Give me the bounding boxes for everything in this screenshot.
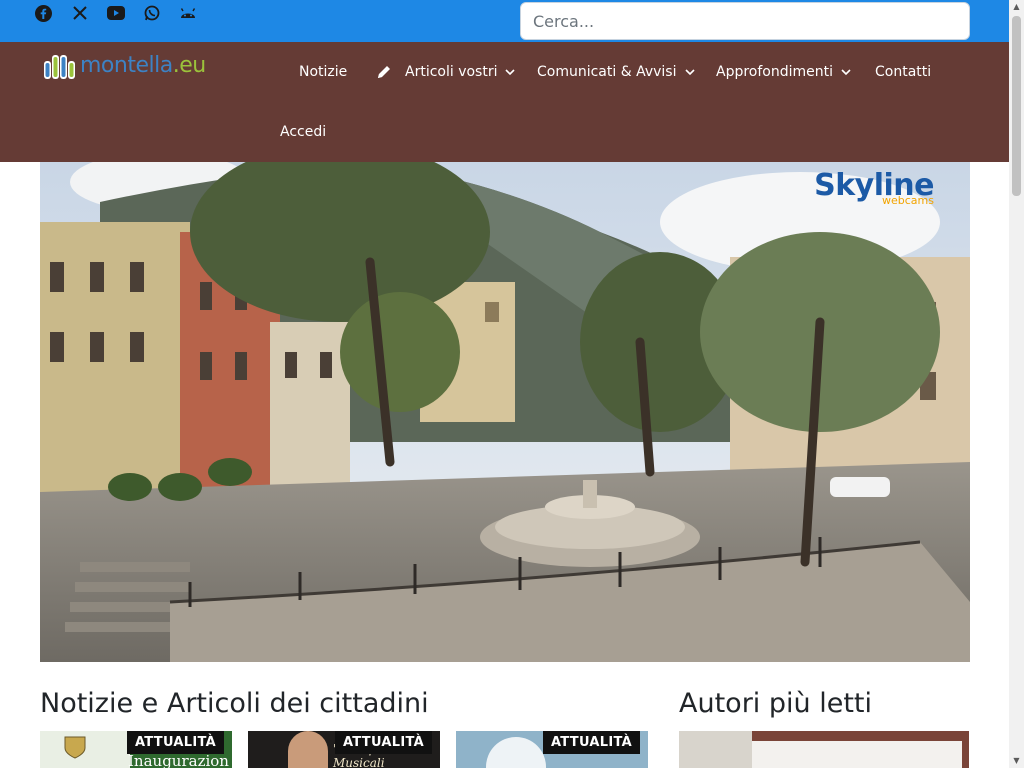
whatsapp-icon[interactable] [138,3,165,23]
nav-accedi[interactable]: Accedi [280,124,326,140]
piazza-photo [40,162,970,662]
scroll-up-icon[interactable]: ▲ [1012,2,1021,12]
author-thumb-right [752,741,962,768]
nav-comunicati-avvisi[interactable]: Comunicati & Avvisi [537,64,695,80]
skyline-watermark: Skyline webcams [814,170,934,208]
youtube-icon[interactable] [102,3,129,23]
news-section-title: Notizie e Articoli dei cittadini [40,688,429,719]
category-badge: ATTUALITÀ [334,731,432,754]
category-badge: ATTUALITÀ [542,731,640,754]
pencil-icon [378,66,390,78]
nav-articoli-vostri[interactable]: Articoli vostri [376,64,516,80]
site-logo[interactable]: montella.eu [42,48,232,82]
nav-articoli-vostri-label: Articoli vostri [405,64,498,80]
municipal-crest-icon [64,736,86,759]
scroll-down-icon[interactable]: ▼ [1012,756,1021,766]
nav-accedi-label: Accedi [280,124,327,140]
authors-section-title: Autori più letti [679,688,872,719]
android-icon[interactable] [174,3,201,23]
news-card[interactable]: Inaugurazion ATTUALITÀ [40,731,232,768]
search-input[interactable] [520,2,970,40]
card-thumb-shape [486,737,546,768]
logo-mark-icon [44,55,75,79]
hero-webcam-image[interactable]: Skyline webcams [40,162,970,662]
logo-text-part1: montella [80,52,173,78]
chevron-down-icon [841,69,851,76]
nav-notizie-label: Notizie [299,64,348,80]
nav-notizie[interactable]: Notizie [299,64,347,80]
category-badge: ATTUALITÀ [126,731,224,754]
author-card[interactable] [679,731,969,768]
x-icon[interactable] [66,3,93,23]
nav-approfondimenti[interactable]: Approfondimenti [716,64,851,80]
chevron-down-icon [505,69,516,76]
news-card[interactable]: ATTUALITÀ [456,731,648,768]
logo-text-part2: .eu [172,52,206,78]
card-person-photo [288,731,328,768]
nav-contatti-label: Contatti [875,64,932,80]
news-card[interactable]: "Discipline Musicali ATTUALITÀ [248,731,440,768]
chevron-down-icon [684,69,695,76]
nav-approfondimenti-label: Approfondimenti [716,64,834,80]
facebook-icon[interactable] [30,3,57,23]
nav-comunicati-avvisi-label: Comunicati & Avvisi [537,64,677,80]
scrollbar-thumb[interactable] [1012,16,1021,196]
nav-contatti[interactable]: Contatti [875,64,931,80]
card-caption: Inaugurazion [128,752,229,768]
page-scrollbar[interactable]: ▲ ▼ [1009,0,1024,768]
social-links [30,3,210,23]
top-bar [0,0,1009,42]
author-thumb-left [679,731,752,768]
